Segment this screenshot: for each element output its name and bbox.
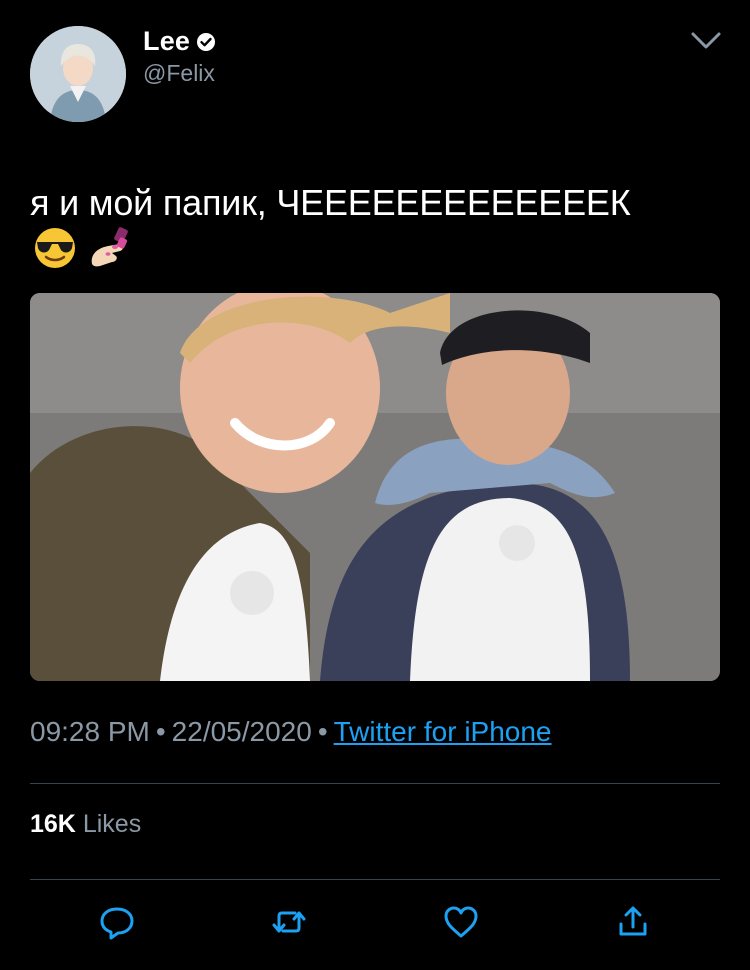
author-display-name[interactable]: Lee	[143, 26, 190, 57]
tweet-date: 22/05/2020	[171, 716, 312, 747]
photo-image	[30, 293, 720, 681]
tweet-meta: 09:28 PM • 22/05/2020 • Twitter for iPhone	[30, 716, 552, 748]
tweet-source-link[interactable]: Twitter for iPhone	[334, 716, 552, 747]
like-button[interactable]	[441, 902, 481, 942]
likes-label: Likes	[82, 810, 142, 838]
author-name-row[interactable]: Lee	[143, 26, 216, 57]
sunglasses-emoji-icon	[35, 228, 75, 268]
retweet-button[interactable]	[269, 902, 309, 942]
like-icon	[444, 906, 478, 938]
emoji-row	[32, 224, 132, 270]
verified-badge-icon	[197, 32, 216, 51]
meta-separator: •	[155, 716, 166, 747]
share-icon	[619, 906, 647, 936]
retweet-icon	[272, 911, 306, 933]
avatar-image	[30, 26, 126, 122]
divider	[30, 783, 720, 784]
tweet-text: я и мой папик, ЧЕЕЕЕЕЕЕЕЕЕЕЕЕК	[30, 182, 631, 223]
divider	[30, 879, 720, 880]
reply-button[interactable]	[97, 902, 137, 942]
tweet-time: 09:28 PM	[30, 716, 150, 747]
avatar[interactable]	[30, 26, 126, 122]
chevron-down-icon[interactable]	[690, 30, 722, 52]
reply-icon	[100, 907, 134, 940]
meta-separator: •	[317, 716, 328, 747]
tweet-photo[interactable]	[30, 293, 720, 681]
likes-count-row[interactable]: 16K Likes	[30, 810, 141, 839]
share-button[interactable]	[613, 902, 653, 942]
nail-polish-emoji-icon	[91, 227, 128, 267]
likes-count: 16K	[30, 810, 76, 838]
author-handle[interactable]: @Felix	[143, 60, 215, 87]
